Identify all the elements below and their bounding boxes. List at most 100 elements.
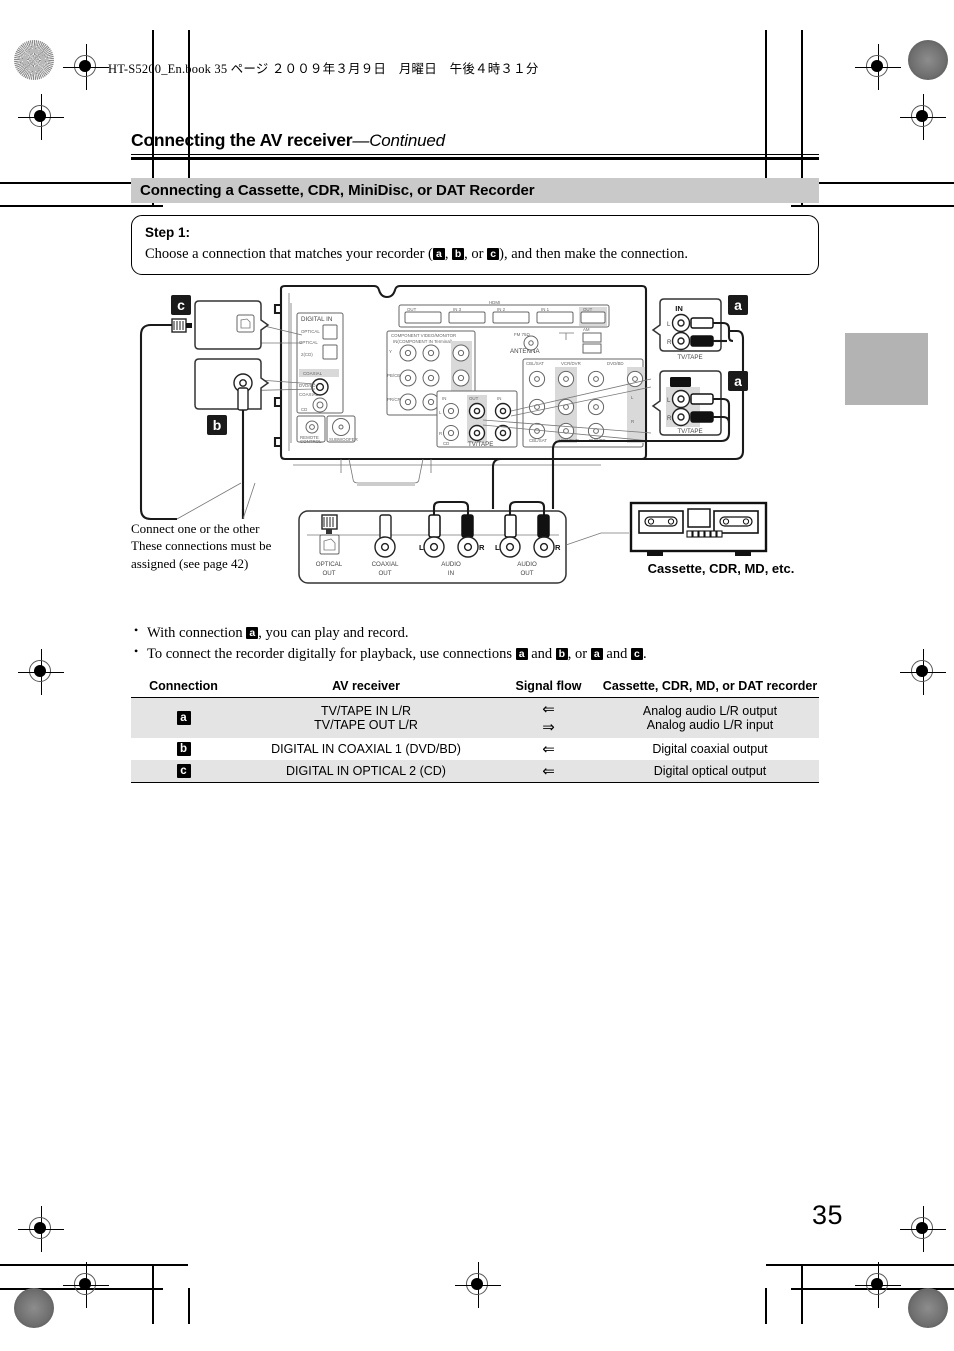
chapter-title-continued: —Continued bbox=[352, 131, 445, 150]
row-a-recorder: Analog audio L/R output Analog audio L/R… bbox=[601, 697, 819, 738]
svg-text:OUT: OUT bbox=[583, 307, 593, 312]
bullet-2-mid-3: and bbox=[602, 645, 631, 662]
svg-text:IN 2: IN 2 bbox=[497, 307, 506, 312]
registration-mark bbox=[18, 1206, 64, 1252]
marker-c-icon: c bbox=[176, 764, 191, 779]
svg-text:COMPONENT VIDEO/MONITOR: COMPONENT VIDEO/MONITOR bbox=[391, 333, 456, 338]
registration-mark bbox=[18, 649, 64, 695]
svg-text:AM: AM bbox=[583, 327, 590, 332]
svg-text:OUT: OUT bbox=[322, 570, 335, 577]
marker-b-icon: b bbox=[452, 247, 465, 260]
bullet-2-post: . bbox=[642, 645, 647, 662]
diagram-note-line-2: These connections must be bbox=[131, 538, 272, 554]
registration-mark bbox=[455, 1262, 501, 1308]
registration-mark bbox=[63, 44, 109, 90]
row-c-receiver: DIGITAL IN OPTICAL 2 (CD) bbox=[236, 759, 496, 783]
svg-text:PB/CB: PB/CB bbox=[387, 373, 400, 378]
svg-text:R: R bbox=[631, 419, 634, 424]
page-title: Connecting the AV receiver—Continued bbox=[131, 130, 819, 154]
svg-text:VCR/DVR: VCR/DVR bbox=[561, 361, 581, 366]
step-sep-2: , or bbox=[464, 245, 488, 262]
row-a-recorder-line-2: Analog audio L/R input bbox=[646, 717, 774, 732]
marker-a-icon: a bbox=[590, 647, 603, 660]
svg-text:COAXIAL: COAXIAL bbox=[299, 392, 319, 397]
table-header-av-receiver: AV receiver bbox=[236, 676, 496, 698]
step-text-part2: ), and then make the connection. bbox=[499, 245, 688, 262]
row-a-flow-line-1: ⇐ bbox=[542, 700, 555, 718]
table-row: b DIGITAL IN COAXIAL 1 (DVD/BD) ⇐ Digita… bbox=[131, 738, 819, 760]
svg-text:CD: CD bbox=[301, 407, 307, 412]
svg-text:2(CD): 2(CD) bbox=[301, 352, 313, 357]
svg-text:SUBWOOFER: SUBWOOFER bbox=[329, 437, 358, 442]
notes-list: With connection a, you can play and reco… bbox=[131, 622, 819, 665]
svg-text:TV/TAPE: TV/TAPE bbox=[677, 354, 702, 361]
cassette-deck-illustration bbox=[629, 501, 768, 556]
row-a-connection: a bbox=[131, 697, 236, 738]
svg-text:COAXIAL: COAXIAL bbox=[372, 561, 399, 568]
device-caption: Cassette, CDR, MD, etc. bbox=[647, 560, 795, 576]
svg-text:OPTICAL: OPTICAL bbox=[299, 340, 318, 345]
svg-text:R: R bbox=[439, 431, 442, 436]
marker-a-icon: a bbox=[246, 626, 259, 639]
connection-diagram: .ln { fill:none; stroke:#1a1a1a; stroke-… bbox=[131, 283, 819, 613]
page-content: Connecting the AV receiver—Continued Con… bbox=[131, 130, 819, 783]
table-row: a TV/TAPE IN L/R TV/TAPE OUT L/R ⇐ ⇒ Ana… bbox=[131, 697, 819, 738]
section-heading: Connecting a Cassette, CDR, MiniDisc, or… bbox=[131, 177, 819, 203]
registration-mark bbox=[900, 1206, 946, 1252]
page-number: 35 bbox=[812, 1200, 844, 1230]
row-a-recorder-line-1: Analog audio L/R output bbox=[642, 703, 778, 718]
marker-a-icon: a bbox=[515, 647, 528, 660]
step-text: Choose a connection that matches your re… bbox=[145, 245, 805, 263]
svg-text:L: L bbox=[495, 543, 500, 552]
marker-b-icon: b bbox=[555, 647, 568, 660]
registration-mark bbox=[900, 649, 946, 695]
row-b-receiver: DIGITAL IN COAXIAL 1 (DVD/BD) bbox=[271, 741, 461, 756]
svg-text:COAXIAL: COAXIAL bbox=[303, 371, 323, 376]
row-c-flow: ⇐ bbox=[496, 759, 601, 783]
svg-text:DIGITAL IN: DIGITAL IN bbox=[301, 316, 332, 323]
optical-cable-c bbox=[139, 317, 192, 520]
bullet-2-mid-1: and bbox=[527, 645, 556, 662]
coaxial-callout-box bbox=[194, 357, 270, 519]
video-inputs-block: CBL/SAT VCR/DVR DVD/BD CBL/SAT VCR/DVR D… bbox=[522, 358, 645, 448]
svg-text:IN: IN bbox=[448, 570, 454, 577]
row-b-recorder: Digital coaxial output bbox=[652, 741, 768, 756]
svg-text:CBL/SAT: CBL/SAT bbox=[526, 361, 544, 366]
row-b-connection: b bbox=[131, 738, 236, 760]
marker-c-icon: c bbox=[487, 247, 500, 260]
svg-text:CD: CD bbox=[443, 441, 449, 446]
svg-text:L: L bbox=[667, 321, 671, 328]
svg-text:OUT: OUT bbox=[378, 570, 391, 577]
svg-text:R: R bbox=[667, 339, 672, 346]
svg-text:L: L bbox=[667, 397, 671, 404]
marker-b-icon: b bbox=[176, 742, 191, 757]
registration-mark bbox=[855, 1262, 901, 1308]
svg-text:PR/CR: PR/CR bbox=[387, 397, 401, 402]
table-header-connection: Connection bbox=[131, 676, 236, 698]
title-rule-thin bbox=[131, 154, 819, 155]
manual-page: HT-S5200_En.book 35 ページ ２００９年３月９日 月曜日 午後… bbox=[0, 0, 954, 1351]
bullet-1-pre: With connection bbox=[147, 624, 247, 641]
svg-text:IN(COMPONENT IN Terminal): IN(COMPONENT IN Terminal) bbox=[393, 339, 453, 344]
print-file-info: HT-S5200_En.book 35 ページ ２００９年３月９日 月曜日 午後… bbox=[108, 62, 539, 76]
table-header-recorder: Cassette, CDR, MD, or DAT recorder bbox=[601, 676, 819, 698]
digital-in-block: DIGITAL IN OPTICAL OPTICAL 2(CD) COAXIAL… bbox=[296, 312, 344, 414]
svg-text:OUT: OUT bbox=[520, 570, 533, 577]
marker-c-icon: c bbox=[630, 647, 643, 660]
row-a-flow-line-2: ⇒ bbox=[542, 718, 555, 736]
svg-text:DVD/BD: DVD/BD bbox=[607, 361, 624, 366]
title-rule-thick bbox=[131, 157, 819, 160]
registration-mark bbox=[18, 94, 64, 140]
chapter-thumb-tab bbox=[845, 333, 928, 405]
table-header-signal-flow: Signal flow bbox=[496, 676, 601, 698]
svg-text:AUDIO: AUDIO bbox=[441, 561, 461, 568]
antenna-block: FM 75Ω ANTENNA AM bbox=[510, 327, 602, 355]
diagram-note-line-1: Connect one or the other bbox=[131, 520, 260, 536]
svg-text:OPTICAL: OPTICAL bbox=[301, 329, 320, 334]
svg-text:a: a bbox=[734, 373, 742, 389]
step-label: Step 1: bbox=[145, 224, 191, 240]
marker-a-icon: a bbox=[432, 247, 445, 260]
svg-text:CBL/SAT: CBL/SAT bbox=[529, 438, 547, 443]
svg-text:R: R bbox=[555, 543, 561, 552]
table-header-row: Connection AV receiver Signal flow Casse… bbox=[131, 676, 819, 698]
